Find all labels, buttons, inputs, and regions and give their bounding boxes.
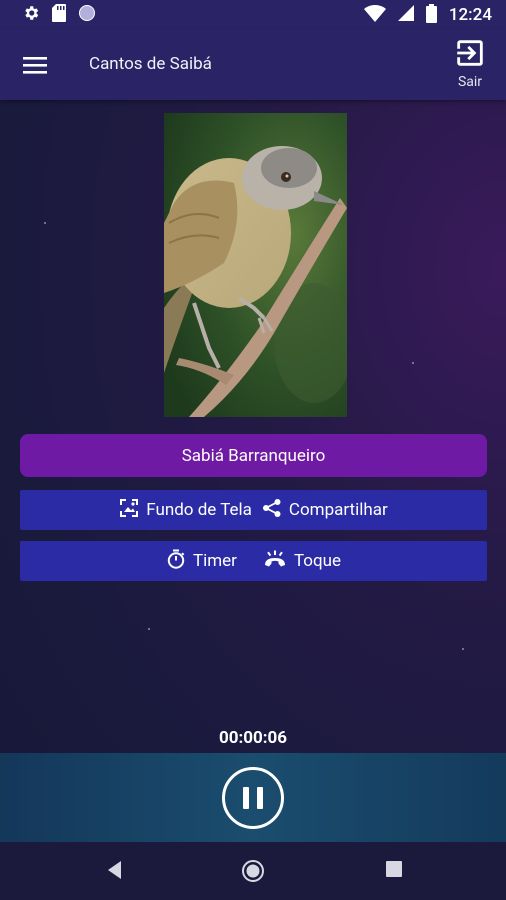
exit-button[interactable]: Sair	[452, 36, 488, 90]
background-star	[462, 648, 464, 650]
ringtone-label: Toque	[293, 551, 342, 571]
hamburger-menu-icon[interactable]	[20, 52, 50, 78]
battery-icon	[425, 3, 437, 27]
exit-icon	[453, 40, 487, 74]
stopwatch-icon	[166, 549, 186, 574]
exit-label: Sair	[457, 74, 483, 90]
song-button-label: Sabiá Barranqueiro	[181, 445, 326, 466]
timer-button[interactable]: Timer	[166, 549, 237, 574]
wifi-icon	[363, 4, 386, 26]
signal-icon	[397, 5, 414, 25]
ringtone-button[interactable]: Toque	[263, 549, 341, 574]
ringtone-icon	[263, 549, 287, 574]
status-time: 12:24	[448, 5, 492, 25]
status-bar: 12:24	[0, 0, 506, 30]
pause-icon	[243, 787, 249, 809]
pause-button[interactable]	[222, 767, 284, 829]
wallpaper-label: Fundo de Tela	[146, 500, 252, 520]
action-row-1: Fundo de Tela Compartilhar	[20, 490, 487, 530]
sd-card-icon	[52, 4, 66, 26]
recents-icon[interactable]	[384, 859, 404, 883]
share-button[interactable]: Compartilhar	[262, 498, 388, 523]
app-bar: Cantos de Saibá Sair	[0, 30, 506, 100]
elapsed-time: 00:00:06	[218, 728, 288, 748]
pause-icon	[257, 787, 263, 809]
back-icon[interactable]	[104, 859, 124, 885]
song-button[interactable]: Sabiá Barranqueiro	[20, 434, 487, 477]
action-row-2: Timer Toque	[20, 541, 487, 581]
wallpaper-icon	[119, 498, 139, 523]
background-star	[44, 222, 46, 224]
home-icon[interactable]	[241, 859, 265, 887]
player-bar	[0, 753, 506, 842]
background-star	[148, 628, 150, 630]
share-icon	[262, 498, 282, 523]
settings-icon	[22, 4, 40, 26]
wallpaper-button[interactable]: Fundo de Tela	[119, 498, 252, 523]
bird-photo	[164, 113, 347, 417]
share-label: Compartilhar	[288, 500, 388, 520]
app-title: Cantos de Saibá	[89, 54, 212, 74]
background-star	[412, 362, 414, 364]
navigation-bar	[0, 842, 506, 900]
circle-icon	[78, 4, 96, 26]
timer-label: Timer	[192, 551, 237, 571]
